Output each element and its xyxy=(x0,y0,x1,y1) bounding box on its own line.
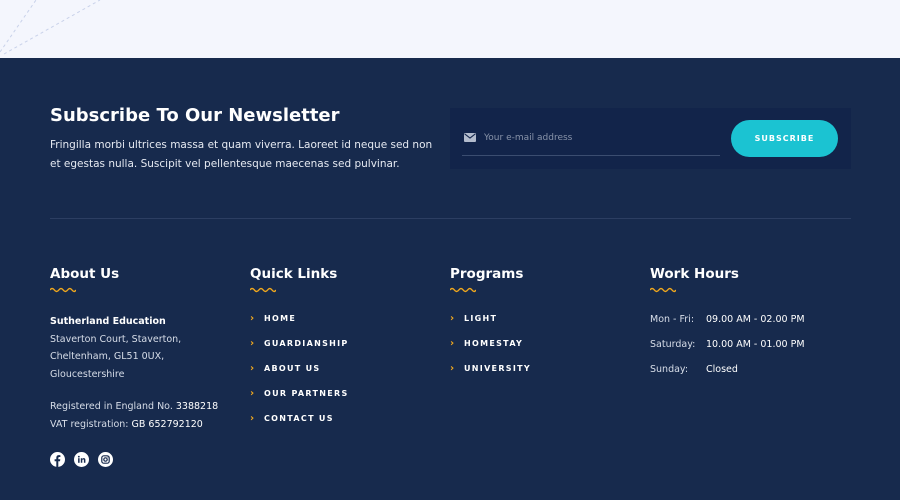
linkedin-icon[interactable] xyxy=(74,452,89,467)
subscribe-button[interactable]: SUBSCRIBE xyxy=(731,120,838,157)
vat-number: GB 652792120 xyxy=(131,418,203,430)
newsletter-form: SUBSCRIBE xyxy=(450,108,851,169)
quick-links-list: › HOME › GUARDIANSHIP › ABOUT US › OUR PARTN… xyxy=(250,314,440,439)
work-hours-list: Mon - Fri: 09.00 AM - 02.00 PM Saturday:… xyxy=(650,314,840,389)
program-link-homestay[interactable]: › HOMESTAY xyxy=(450,339,640,364)
social-links xyxy=(50,452,240,467)
program-link-label: UNIVERSITY xyxy=(464,364,531,373)
hours-time: 09.00 AM - 02.00 PM xyxy=(706,314,805,325)
squiggle-underline-icon xyxy=(50,287,76,293)
hours-day: Saturday: xyxy=(650,339,696,350)
address-line: Gloucestershire xyxy=(50,368,125,380)
newsletter-title: Subscribe To Our Newsletter xyxy=(50,105,340,126)
registration-number: 3388218 xyxy=(175,401,219,412)
hours-day: Mon - Fri: xyxy=(650,314,695,325)
quick-link-label: HOME xyxy=(264,314,297,323)
chevron-right-icon: › xyxy=(250,388,255,399)
chevron-right-icon: › xyxy=(250,338,255,349)
squiggle-underline-icon xyxy=(650,287,676,293)
programs-list: › LIGHT › HOMESTAY › UNIVERSITY xyxy=(450,314,640,389)
hours-time: 10.00 AM - 01.00 PM xyxy=(706,339,805,350)
squiggle-underline-icon xyxy=(450,287,476,293)
address-line: Staverton Court, Staverton, xyxy=(50,333,182,345)
chevron-right-icon: › xyxy=(250,413,255,424)
work-hours-row: Sunday: Closed xyxy=(650,364,840,389)
about-us-column: About Us Sutherland Education Staverton … xyxy=(50,266,240,467)
footer-divider xyxy=(50,218,851,219)
site-footer: Subscribe To Our Newsletter Fringilla mo… xyxy=(0,58,900,500)
top-section-strip xyxy=(0,0,900,58)
quick-links-column: Quick Links › HOME › GUARDIANSHIP › ABOUT U… xyxy=(250,266,440,439)
work-hours-heading: Work Hours xyxy=(650,266,739,282)
program-link-label: LIGHT xyxy=(464,314,498,323)
quick-link-label: CONTACT US xyxy=(264,414,334,423)
squiggle-underline-icon xyxy=(250,287,276,293)
chevron-right-icon: › xyxy=(250,363,255,374)
quick-link-home[interactable]: › HOME xyxy=(250,314,440,339)
facebook-icon[interactable] xyxy=(50,452,65,467)
quick-links-heading: Quick Links xyxy=(250,266,338,282)
registration-label: Registered in England No. xyxy=(50,401,173,412)
program-link-light[interactable]: › LIGHT xyxy=(450,314,640,339)
quick-link-label: OUR PARTNERS xyxy=(264,389,349,398)
chevron-right-icon: › xyxy=(450,338,455,349)
newsletter-description: Fringilla morbi ultrices massa et quam v… xyxy=(50,139,433,170)
programs-column: Programs › LIGHT › HOMESTAY › UNIVERSITY xyxy=(450,266,640,389)
company-name: Sutherland Education xyxy=(50,316,166,327)
quick-link-guardianship[interactable]: › GUARDIANSHIP xyxy=(250,339,440,364)
quick-link-label: GUARDIANSHIP xyxy=(264,339,349,348)
program-link-university[interactable]: › UNIVERSITY xyxy=(450,364,640,389)
hours-day: Sunday: xyxy=(650,364,689,375)
address-block: Sutherland Education Staverton Court, St… xyxy=(50,313,240,383)
hours-time: Closed xyxy=(706,364,738,375)
email-input[interactable] xyxy=(484,130,714,146)
instagram-icon[interactable] xyxy=(98,452,113,467)
quick-link-about-us[interactable]: › ABOUT US xyxy=(250,364,440,389)
email-field-wrapper xyxy=(462,121,720,156)
vat-registration: VAT registration: GB 652792120 xyxy=(50,416,240,434)
chevron-right-icon: › xyxy=(450,313,455,324)
registration-info: Registered in England No. 3388218 VAT re… xyxy=(50,398,240,433)
quick-link-contact-us[interactable]: › CONTACT US xyxy=(250,414,440,439)
work-hours-row: Saturday: 10.00 AM - 01.00 PM xyxy=(650,339,840,364)
work-hours-row: Mon - Fri: 09.00 AM - 02.00 PM xyxy=(650,314,840,339)
quick-link-our-partners[interactable]: › OUR PARTNERS xyxy=(250,389,440,414)
programs-heading: Programs xyxy=(450,266,524,282)
envelope-icon xyxy=(464,133,476,142)
program-link-label: HOMESTAY xyxy=(464,339,524,348)
address-line: Cheltenham, GL51 0UX, xyxy=(50,351,165,362)
decorative-dashed-lines xyxy=(0,0,101,55)
chevron-right-icon: › xyxy=(450,363,455,374)
chevron-right-icon: › xyxy=(250,313,255,324)
vat-label: VAT registration: xyxy=(50,418,129,430)
work-hours-column: Work Hours Mon - Fri: 09.00 AM - 02.00 P… xyxy=(650,266,840,389)
about-us-heading: About Us xyxy=(50,266,120,282)
quick-link-label: ABOUT US xyxy=(264,364,321,373)
company-registration: Registered in England No. 3388218 xyxy=(50,398,240,416)
